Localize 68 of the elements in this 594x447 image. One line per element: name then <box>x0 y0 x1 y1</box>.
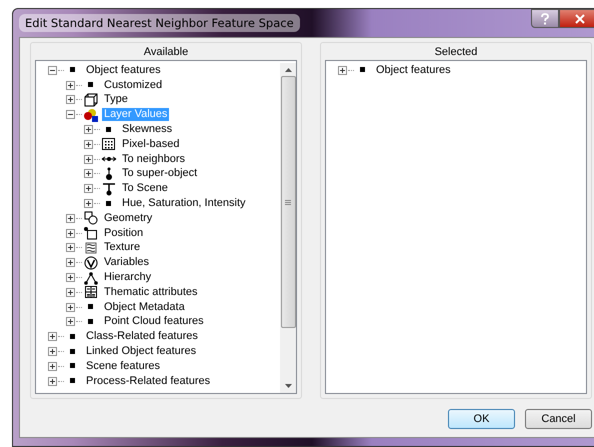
expander-icon[interactable] <box>84 140 93 149</box>
expander-icon[interactable] <box>48 332 57 342</box>
tree-item[interactable]: To neighbors <box>120 152 187 166</box>
tree-item[interactable]: Position <box>102 226 146 240</box>
expander-icon[interactable] <box>66 317 75 326</box>
tree-item[interactable]: Point Cloud features <box>102 315 206 328</box>
tree-view[interactable]: Object features <box>325 60 587 394</box>
expander-icon[interactable] <box>48 362 57 371</box>
geometry-icon <box>83 211 99 226</box>
tree-item[interactable]: Object features <box>84 64 163 77</box>
tree-item[interactable]: Process-Related features <box>84 374 212 388</box>
expander-icon[interactable] <box>66 80 75 90</box>
window-title: Edit Standard Nearest Neighbor Feature Space <box>19 14 300 32</box>
tree-item[interactable]: Thematic attributes <box>102 286 200 299</box>
close-button[interactable] <box>559 9 594 28</box>
ok-button[interactable]: OK <box>448 409 515 429</box>
tree-item[interactable]: Object Metadata <box>102 300 187 314</box>
tree-item[interactable]: Pixel-based <box>120 138 182 151</box>
tree-item[interactable]: Texture <box>102 241 142 254</box>
vertical-scrollbar[interactable] <box>280 63 296 393</box>
panel-label: Selected <box>434 45 478 60</box>
expander-icon[interactable] <box>66 273 75 282</box>
expander-icon[interactable] <box>84 125 93 134</box>
expander-icon[interactable] <box>84 199 93 208</box>
variables-icon <box>83 256 99 270</box>
tree-item[interactable]: Customized <box>102 78 164 92</box>
tree-item[interactable]: Class-Related features <box>84 330 200 344</box>
panel-label: Available <box>144 45 188 60</box>
expander-icon[interactable] <box>48 376 57 386</box>
cancel-button[interactable]: Cancel <box>525 409 592 429</box>
expander-icon[interactable] <box>66 302 75 312</box>
tree-item[interactable]: To Scene <box>120 182 170 196</box>
tree-item[interactable]: Scene features <box>84 360 162 373</box>
expander-icon[interactable] <box>66 288 75 297</box>
expander-icon[interactable] <box>84 184 93 194</box>
scroll-up-icon[interactable] <box>284 68 292 72</box>
expander-icon[interactable] <box>66 258 75 268</box>
grid-icon <box>101 137 117 152</box>
help-icon <box>540 12 550 24</box>
hierarchy-icon <box>83 270 99 285</box>
position-icon <box>83 226 99 240</box>
help-button[interactable] <box>531 9 559 28</box>
expander-icon[interactable] <box>66 110 75 120</box>
layers-icon <box>83 108 99 122</box>
expander-icon[interactable] <box>66 243 75 252</box>
tree-item[interactable]: Geometry <box>102 212 154 225</box>
expander-icon[interactable] <box>338 66 347 75</box>
tree-item[interactable]: To super-object <box>120 167 200 180</box>
close-icon <box>575 14 585 24</box>
thematic-icon <box>83 285 99 300</box>
tree-item[interactable]: Variables <box>102 256 152 270</box>
expander-icon[interactable] <box>84 154 93 164</box>
expander-icon[interactable] <box>66 228 75 238</box>
expander-icon[interactable] <box>48 347 57 356</box>
scrollbar-thumb[interactable] <box>280 76 296 328</box>
tree-item[interactable]: Hue, Saturation, Intensity <box>120 197 248 210</box>
expander-icon[interactable] <box>66 95 75 104</box>
tree-item[interactable]: Hierarchy <box>102 271 154 284</box>
tree-item[interactable]: Skewness <box>120 123 174 136</box>
tree-item[interactable]: Type <box>102 93 130 106</box>
tree-item[interactable]: Object features <box>374 64 453 77</box>
scroll-down-icon[interactable] <box>284 384 292 388</box>
expander-icon[interactable] <box>66 214 75 223</box>
expander-icon[interactable] <box>84 169 93 178</box>
texture-icon <box>83 240 99 255</box>
grip-icon <box>285 200 291 204</box>
tree-item[interactable]: Linked Object features <box>84 345 198 358</box>
expander-icon[interactable] <box>48 66 57 75</box>
